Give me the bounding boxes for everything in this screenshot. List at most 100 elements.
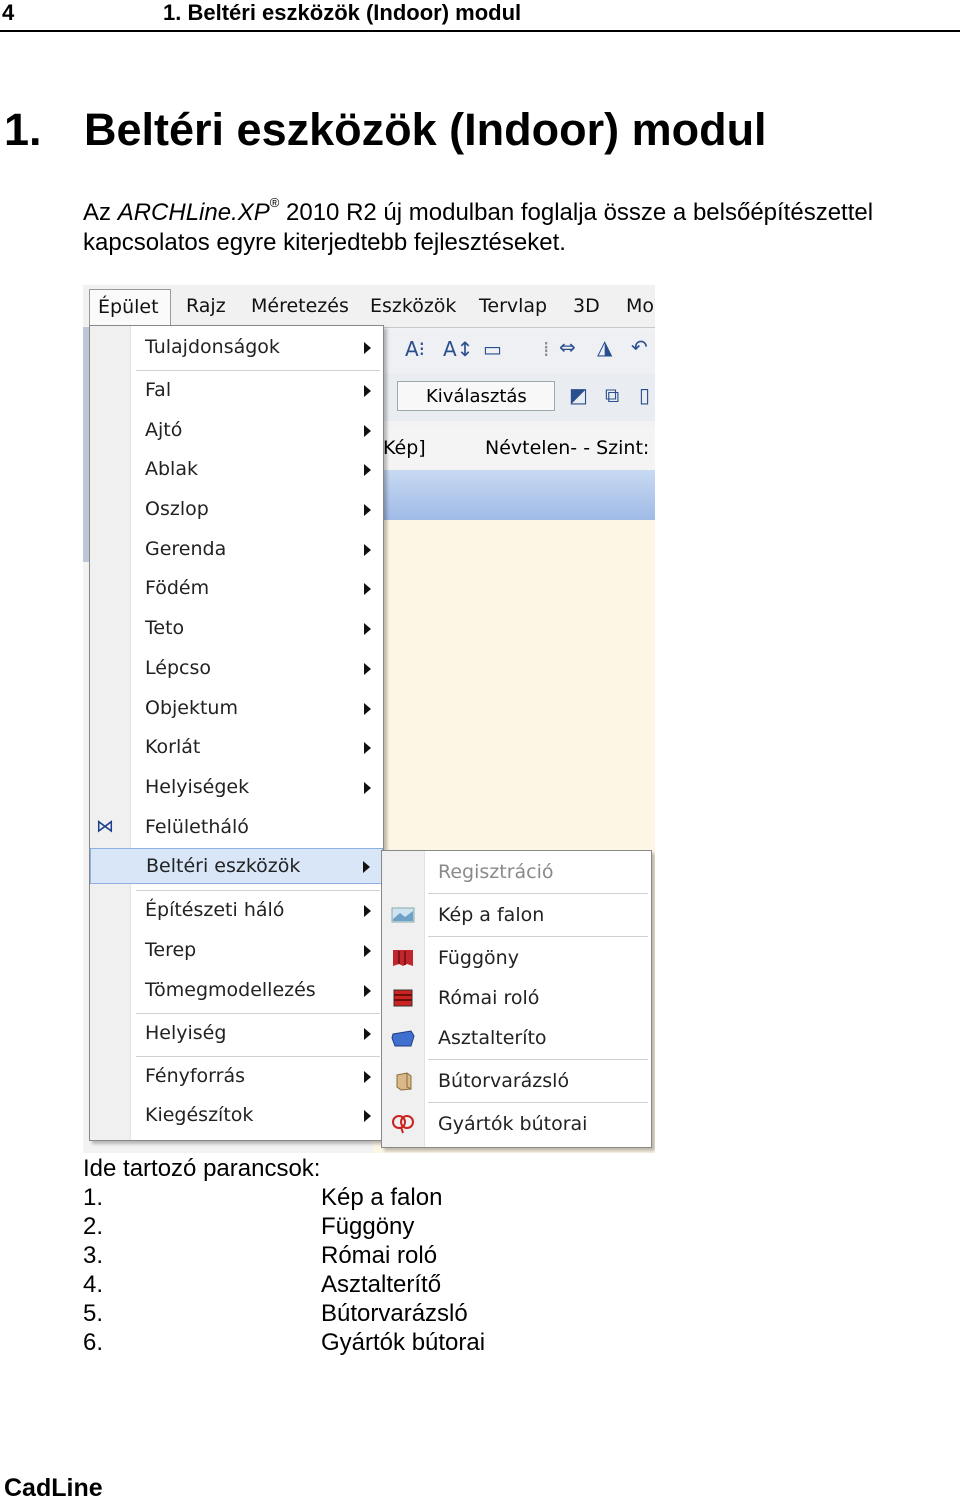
- move-arrows-icon[interactable]: ⇔: [559, 335, 576, 359]
- submenu-arrow-icon: [364, 985, 371, 997]
- item-label: Gyártók bútorai: [321, 1329, 486, 1356]
- text-edit-icon[interactable]: A↕: [443, 337, 473, 361]
- submenu-item-butorvarazslo[interactable]: Bútorvarázsló: [382, 1062, 651, 1100]
- belteri-submenu: Regisztráció Kép a falon Függöny Római r…: [381, 850, 652, 1148]
- document-tabs: Kép] Névtelen- - Szint: 0: [373, 428, 655, 470]
- tab-nevtelen[interactable]: Névtelen- - Szint: 0: [485, 437, 655, 459]
- item-number: 1.: [83, 1184, 104, 1211]
- menu-item-label: Építészeti háló: [145, 899, 285, 921]
- menu-item-kiegeszitok[interactable]: Kiegészítok: [90, 1098, 383, 1134]
- menu-separator: [136, 890, 380, 891]
- menu-item-korlat[interactable]: Korlát: [90, 730, 383, 766]
- submenu-separator: [428, 893, 648, 894]
- submenu-item-label: Függöny: [438, 947, 519, 969]
- menu-item-label: Gerenda: [145, 538, 227, 560]
- frame-icon[interactable]: ▭: [483, 337, 502, 361]
- menu-item-label: Oszlop: [145, 498, 209, 520]
- submenu-item-romai-rolo[interactable]: Római roló: [382, 979, 651, 1017]
- mirror-icon[interactable]: ◮: [597, 335, 612, 359]
- curtain-icon: [393, 950, 413, 966]
- menu-epulet[interactable]: Épület: [89, 289, 171, 327]
- menu-item-label: Ablak: [145, 458, 198, 480]
- submenu-item-regisztracio[interactable]: Regisztráció: [382, 853, 651, 891]
- menu-item-tulajdonsagok[interactable]: Tulajdonságok: [90, 330, 383, 366]
- furniture-wizard-icon: [396, 1072, 412, 1091]
- submenu-arrow-icon: [364, 385, 371, 397]
- menu-separator: [136, 370, 380, 371]
- submenu-arrow-icon: [364, 425, 371, 437]
- intro-line1-rest: 2010 R2 új modulban foglalja össze a bel…: [279, 199, 874, 226]
- menu-item-belteri-eszkozok[interactable]: Beltéri eszközök: [90, 848, 383, 884]
- submenu-item-kep-a-falon[interactable]: Kép a falon: [382, 896, 651, 934]
- menu-item-teto[interactable]: Teto: [90, 611, 383, 647]
- submenu-arrow-icon: [364, 742, 371, 754]
- menu-mo[interactable]: Mo: [626, 295, 654, 317]
- menu-item-label: Helyiség: [145, 1022, 227, 1044]
- menu-item-ablak[interactable]: Ablak: [90, 452, 383, 488]
- menu-item-fenyforras[interactable]: Fényforrás: [90, 1059, 383, 1095]
- submenu-arrow-icon: [364, 342, 371, 354]
- menu-item-terep[interactable]: Terep: [90, 933, 383, 969]
- epulet-dropdown: Tulajdonságok Fal Ajtó Ablak Oszlop Gere…: [89, 325, 384, 1141]
- submenu-arrow-icon: [363, 861, 370, 873]
- commands-heading: Ide tartozó parancsok:: [83, 1155, 321, 1182]
- menu-item-label: Fal: [145, 379, 172, 401]
- menu-rajz[interactable]: Rajz: [186, 295, 226, 317]
- edit-icon[interactable]: ◩: [569, 383, 588, 407]
- menu-item-oszlop[interactable]: Oszlop: [90, 492, 383, 528]
- menu-item-feluletalo[interactable]: ⋈ Felületháló: [90, 810, 383, 846]
- menu-item-ajto[interactable]: Ajtó: [90, 413, 383, 449]
- chapter-title: Beltéri eszközök (Indoor) modul: [84, 104, 767, 155]
- item-number: 2.: [83, 1213, 104, 1240]
- menu-item-helyisegek[interactable]: Helyiségek: [90, 770, 383, 806]
- menu-item-tomegmodellezes[interactable]: Tömegmodellezés: [90, 973, 383, 1009]
- menu-3d[interactable]: 3D: [573, 295, 600, 317]
- menu-item-fal[interactable]: Fal: [90, 373, 383, 409]
- menu-item-objektum[interactable]: Objektum: [90, 691, 383, 727]
- submenu-item-label: Asztalteríto: [438, 1027, 547, 1049]
- menu-item-gerenda[interactable]: Gerenda: [90, 532, 383, 568]
- menu-item-label: Ajtó: [145, 419, 183, 441]
- intro-prefix: Az: [83, 199, 118, 226]
- submenu-arrow-icon: [364, 1071, 371, 1083]
- intro-paragraph: Az ARCHLine.XP® 2010 R2 új modulban fogl…: [83, 196, 874, 258]
- undo-icon[interactable]: ↶: [631, 335, 648, 359]
- submenu-item-asztalterito[interactable]: Asztalteríto: [382, 1019, 651, 1057]
- submenu-item-gyartok-butorai[interactable]: Gyártók bútorai: [382, 1105, 651, 1143]
- submenu-item-fuggony[interactable]: Függöny: [382, 939, 651, 977]
- app-screenshot: Épület Rajz Méretezés Eszközök Tervlap 3…: [83, 285, 655, 1153]
- menu-tervlap[interactable]: Tervlap: [479, 295, 547, 317]
- submenu-arrow-icon: [364, 1028, 371, 1040]
- menu-item-label: Lépcso: [145, 657, 211, 679]
- select-button[interactable]: Kiválasztás: [397, 381, 555, 411]
- roman-blind-icon: [393, 989, 413, 1007]
- menu-item-lepcso[interactable]: Lépcso: [90, 651, 383, 687]
- submenu-arrow-icon: [364, 945, 371, 957]
- submenu-separator: [428, 1059, 648, 1060]
- surface-mesh-icon: ⋈: [96, 816, 114, 837]
- menu-eszkozok[interactable]: Eszközök: [370, 295, 456, 317]
- menu-item-label: Kiegészítok: [145, 1104, 254, 1126]
- select-label: Kiválasztás: [426, 386, 527, 407]
- item-label: Bútorvarázsló: [321, 1300, 468, 1327]
- menu-meretezes[interactable]: Méretezés: [251, 295, 349, 317]
- submenu-item-label: Kép a falon: [438, 904, 545, 926]
- item-label: Asztalterítő: [321, 1271, 442, 1298]
- extra-tool-icon[interactable]: ▯: [639, 383, 650, 407]
- window-icon[interactable]: ⧉: [605, 383, 619, 407]
- menu-item-label: Fényforrás: [145, 1065, 246, 1087]
- submenu-separator: [428, 936, 648, 937]
- menu-item-fodem[interactable]: Födém: [90, 571, 383, 607]
- menu-item-label: Beltéri eszközök: [146, 855, 301, 877]
- tab-kep[interactable]: Kép]: [383, 437, 426, 459]
- menu-item-helyiseg[interactable]: Helyiség: [90, 1016, 383, 1052]
- view-title-bar: [373, 470, 655, 520]
- menu-item-label: Tömegmodellezés: [145, 979, 316, 1001]
- menu-item-epiteszeti-halo[interactable]: Építészeti háló: [90, 893, 383, 929]
- toolbar-second: Kiválasztás ◩ ⧉ ▯: [373, 373, 655, 421]
- submenu-arrow-icon: [364, 583, 371, 595]
- tablecloth-icon: [391, 1030, 415, 1047]
- text-tool-icon[interactable]: A⁝: [405, 337, 425, 361]
- wall-picture-icon: [391, 907, 415, 923]
- footer-brand: CadLine: [4, 1474, 103, 1502]
